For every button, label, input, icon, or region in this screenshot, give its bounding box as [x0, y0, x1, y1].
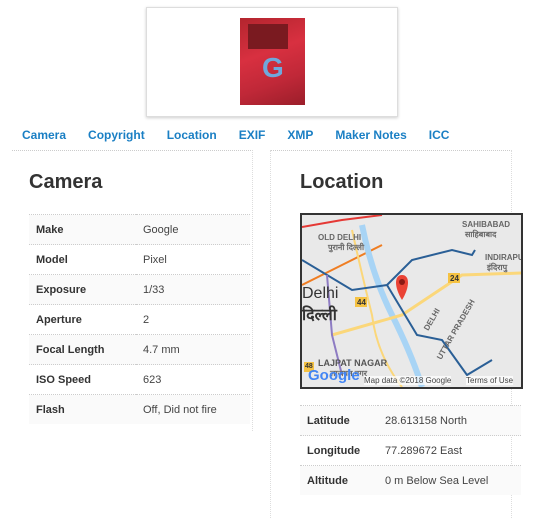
camera-table: Make Google Model Pixel Exposure 1/33 Aperture… — [29, 214, 250, 424]
row-value: 28.613158 North — [378, 405, 521, 436]
row-value: 1/33 — [136, 274, 250, 305]
row-key: Model — [29, 244, 136, 275]
table-row: Altitude 0 m Below Sea Level — [300, 465, 521, 495]
tab-xmp[interactable]: XMP — [287, 128, 313, 142]
map-pin-icon — [396, 275, 408, 300]
row-key: Latitude — [300, 405, 378, 436]
tab-copyright[interactable]: Copyright — [88, 128, 145, 142]
road-label: 44 — [357, 298, 366, 307]
table-row: Flash Off, Did not fire — [29, 394, 250, 424]
tab-camera[interactable]: Camera — [22, 128, 66, 142]
image-preview: G — [146, 7, 398, 117]
table-row: Aperture 2 — [29, 304, 250, 335]
row-value: Pixel — [136, 244, 250, 275]
map-attribution: Map data ©2018 Google — [364, 376, 452, 385]
map-label: Delhi — [302, 285, 339, 302]
row-key: Altitude — [300, 465, 378, 495]
row-value: Google — [136, 214, 250, 245]
row-value: 623 — [136, 364, 250, 395]
row-value: 4.7 mm — [136, 334, 250, 365]
section-tabs: Camera Copyright Location EXIF XMP Maker… — [22, 128, 471, 142]
table-row: Exposure 1/33 — [29, 274, 250, 305]
map-label: INDIRAPU — [485, 253, 523, 262]
row-key: Longitude — [300, 435, 378, 466]
table-row: Make Google — [29, 214, 250, 245]
map-label: दिल्ली — [302, 307, 337, 324]
table-row: Model Pixel — [29, 244, 250, 275]
tab-exif[interactable]: EXIF — [239, 128, 266, 142]
row-key: Focal Length — [29, 334, 136, 365]
row-key: Aperture — [29, 304, 136, 335]
map-label: SAHIBABAD — [462, 220, 510, 229]
location-table: Latitude 28.613158 North Longitude 77.28967… — [300, 405, 521, 495]
row-value: 2 — [136, 304, 250, 335]
photo-thumbnail: G — [240, 18, 305, 105]
tab-maker-notes[interactable]: Maker Notes — [335, 128, 406, 142]
table-row: Longitude 77.289672 East — [300, 435, 521, 466]
row-key: Exposure — [29, 274, 136, 305]
map-label: पुरानी दिल्ली — [328, 243, 365, 252]
table-row: ISO Speed 623 — [29, 364, 250, 395]
road-label: 24 — [450, 274, 459, 283]
row-value: 77.289672 East — [378, 435, 521, 466]
table-row: Latitude 28.613158 North — [300, 405, 521, 436]
tab-icc[interactable]: ICC — [429, 128, 450, 142]
row-key: Make — [29, 214, 136, 245]
map-label: OLD DELHI — [318, 233, 362, 242]
location-map[interactable]: 24 44 48 OLD DELHI पुरानी दिल्ली SAHIBAB… — [300, 213, 523, 389]
map-label: साहिबाबाद — [465, 230, 497, 239]
table-row: Focal Length 4.7 mm — [29, 334, 250, 365]
row-key: ISO Speed — [29, 364, 136, 395]
tab-location[interactable]: Location — [167, 128, 217, 142]
google-logo: Google — [308, 367, 360, 384]
camera-heading: Camera — [29, 171, 103, 193]
map-label: इंदिरापु — [487, 263, 508, 272]
location-heading: Location — [300, 171, 384, 193]
row-key: Flash — [29, 394, 136, 424]
terms-link[interactable]: Terms of Use — [466, 376, 514, 385]
row-value: 0 m Below Sea Level — [378, 465, 521, 495]
row-value: Off, Did not fire — [136, 394, 250, 424]
